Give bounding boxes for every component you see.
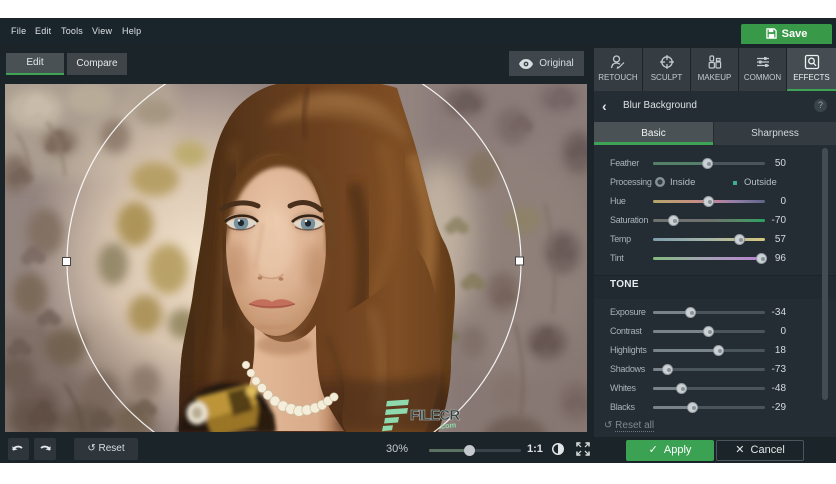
svg-text:.com: .com	[438, 420, 457, 431]
